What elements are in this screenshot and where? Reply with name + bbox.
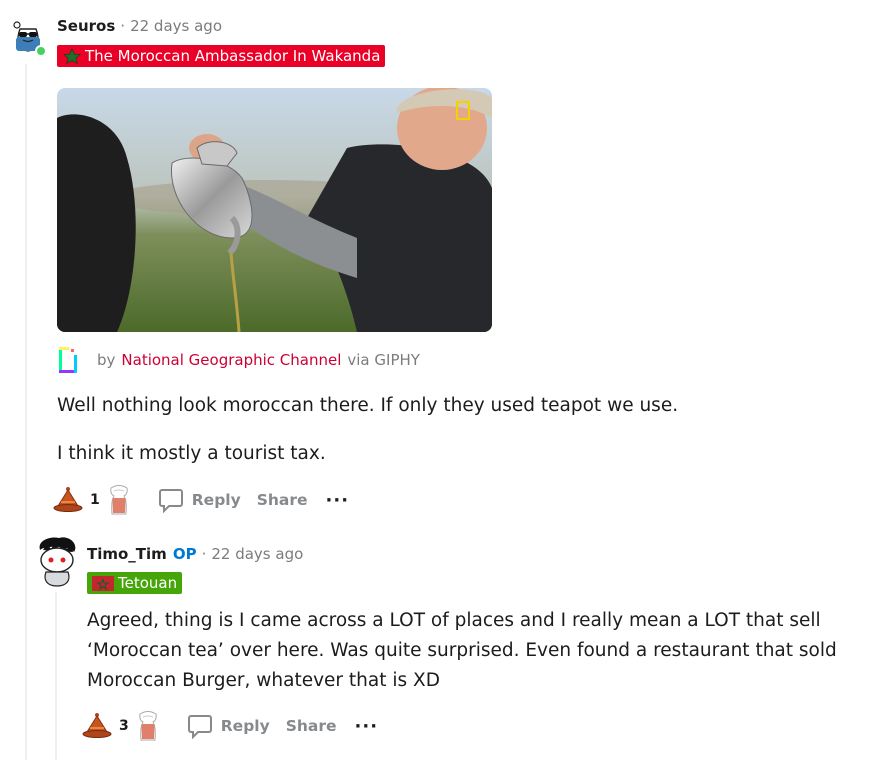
more-options-button[interactable]: ··· [326, 490, 350, 511]
username[interactable]: Seuros [57, 17, 115, 35]
snoo-avatar-icon [39, 537, 76, 587]
reply-button[interactable]: Reply [187, 713, 270, 739]
morocco-flag-icon [92, 575, 114, 591]
reply-button[interactable]: Reply [158, 487, 241, 513]
comment-bubble-icon [187, 715, 212, 739]
more-options-button[interactable]: ··· [355, 716, 379, 737]
comment-text: Agreed, thing is I came across a LOT of … [87, 610, 837, 691]
meta-separator: · [201, 545, 207, 563]
teapot-pouring-gif-image [57, 88, 492, 332]
share-button[interactable]: Share [286, 717, 337, 735]
timestamp[interactable]: 22 days ago [211, 545, 303, 563]
reply-label: Reply [220, 717, 270, 735]
tea-glass-downvote-icon[interactable] [135, 710, 161, 742]
comment-actions: 1 Reply Share ··· [52, 482, 349, 518]
comment-meta: Timo_Tim OP · 22 days ago [87, 545, 303, 563]
flair-text: The Moroccan Ambassador In Wakanda [85, 47, 381, 65]
share-label: Share [285, 717, 337, 735]
timestamp[interactable]: 22 days ago [130, 17, 222, 35]
user-flair: Tetouan [87, 572, 183, 594]
online-status-dot [35, 45, 47, 57]
vote-count: 3 [119, 718, 129, 734]
comment-actions: 3 Reply Share ··· [81, 708, 378, 744]
avatar[interactable] [37, 536, 77, 588]
morocco-star-icon [63, 48, 81, 64]
thread-line[interactable] [25, 64, 27, 760]
user-flair: The Moroccan Ambassador In Wakanda [57, 45, 386, 67]
meta-separator: · [120, 17, 126, 35]
comment-text: Well nothing look moroccan there. If onl… [57, 395, 679, 416]
comment-bubble-icon [158, 489, 183, 513]
share-label: Share [256, 491, 308, 509]
attribution-channel-link[interactable]: National Geographic Channel [121, 351, 341, 369]
gif-attribution: by National Geographic Channel via GIPHY [57, 346, 420, 374]
comment-text: I think it mostly a tourist tax. [57, 443, 326, 464]
tajine-upvote-icon[interactable] [52, 485, 84, 515]
op-badge: OP [172, 545, 197, 563]
username[interactable]: Timo_Tim [87, 545, 167, 563]
reply-label: Reply [191, 491, 241, 509]
attribution-via: via GIPHY [347, 351, 420, 369]
giphy-logo-icon [59, 347, 77, 373]
flair-text: Tetouan [118, 574, 178, 592]
gif-embed[interactable] [57, 88, 492, 332]
comment-meta: Seuros · 22 days ago [57, 17, 222, 35]
tea-glass-downvote-icon[interactable] [106, 484, 132, 516]
tajine-upvote-icon[interactable] [81, 711, 113, 741]
thread-line[interactable] [55, 592, 57, 760]
share-button[interactable]: Share [257, 491, 308, 509]
attribution-by: by [97, 351, 116, 369]
vote-count: 1 [90, 492, 100, 508]
